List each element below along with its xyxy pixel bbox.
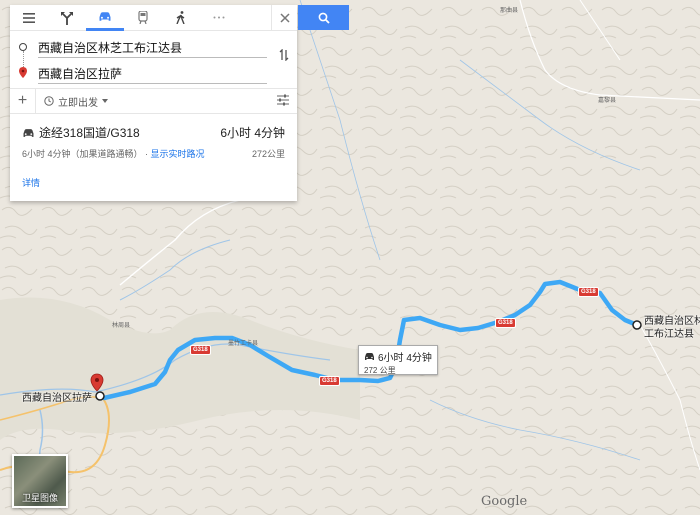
town-label: 嘉黎县 [598,98,617,104]
end-place-label[interactable]: 工布江达县 [644,325,694,340]
car-icon [365,353,374,360]
origin-value: 西藏自治区林芝工布江达县 [38,40,183,55]
car-icon [99,11,111,21]
traffic-link[interactable]: 显示实时路况 [151,149,205,159]
mode-walking[interactable] [162,5,200,31]
route-distance: 272公里 [251,149,285,159]
swap-button[interactable] [279,48,289,64]
car-icon [23,128,34,137]
destination-pin-icon [19,67,27,78]
google-logo: Google [481,494,528,509]
highway-shield: G318 [319,376,340,386]
walk-icon [176,11,185,24]
highway-shield: G318 [495,318,516,328]
destination-field[interactable]: 西藏自治区拉萨 [10,60,297,86]
input-underline [38,83,267,84]
travel-mode-bar [10,5,297,31]
route-option[interactable]: 途经318国道/G318 6小时 4分钟 6小时 4分钟（加果道路通畅） · 显… [10,114,297,168]
route-duration: 6小时 4分钟 [220,126,285,140]
mode-transit[interactable] [124,5,162,31]
depart-label: 立即出发 [58,97,98,109]
menu-icon [23,12,35,23]
route-start-marker [95,391,105,401]
highway-shield: G318 [578,287,599,297]
start-place-label[interactable]: 西藏自治区拉萨 [22,389,92,404]
close-button[interactable] [271,5,297,31]
add-destination-button[interactable]: + [10,88,36,114]
satellite-label: 卫星图像 [21,493,58,503]
mode-driving[interactable] [86,5,124,31]
menu-button[interactable] [10,5,48,31]
chevron-down-icon [102,99,108,103]
close-icon [279,13,290,23]
best-route-icon [61,11,73,25]
town-label: 林周县 [112,323,131,329]
town-label: 那曲县 [500,8,519,14]
satellite-toggle[interactable]: 卫星图像 [12,454,68,508]
search-button[interactable] [298,5,349,30]
callout-duration: 6小时 4分钟 [378,353,432,364]
mode-best-route[interactable] [48,5,86,31]
origin-dot-icon [19,43,27,51]
route-options-button[interactable] [277,94,289,109]
route-sub: 6小时 4分钟（加果道路通畅） [22,149,143,159]
more-icon [213,16,225,19]
route-end-marker [632,320,642,330]
details-link[interactable]: 详情 [10,168,297,201]
route-summary: 途经318国道/G318 [39,126,140,140]
highway-shield: G318 [190,345,211,355]
town-label: 墨竹工卡县 [228,341,259,347]
destination-value: 西藏自治区拉萨 [38,66,123,81]
directions-panel: 西藏自治区林芝工布江达县 西藏自治区拉萨 + 立即出发 途经318国道/G318 [10,5,297,201]
options-bar: + 立即出发 [10,88,297,114]
depart-time-dropdown[interactable]: 立即出发 [36,94,108,109]
transit-icon [138,11,148,24]
mode-more[interactable] [200,5,238,31]
input-underline [38,57,267,58]
origin-field[interactable]: 西藏自治区林芝工布江达县 [10,34,297,60]
search-icon [318,12,330,24]
swap-icon [279,48,289,62]
options-icon [277,94,289,106]
route-callout[interactable]: 6小时 4分钟 272 公里 [358,345,438,375]
waypoint-list: 西藏自治区林芝工布江达县 西藏自治区拉萨 [10,31,297,89]
callout-distance: 272 公里 [364,366,396,375]
clock-icon [44,96,54,106]
